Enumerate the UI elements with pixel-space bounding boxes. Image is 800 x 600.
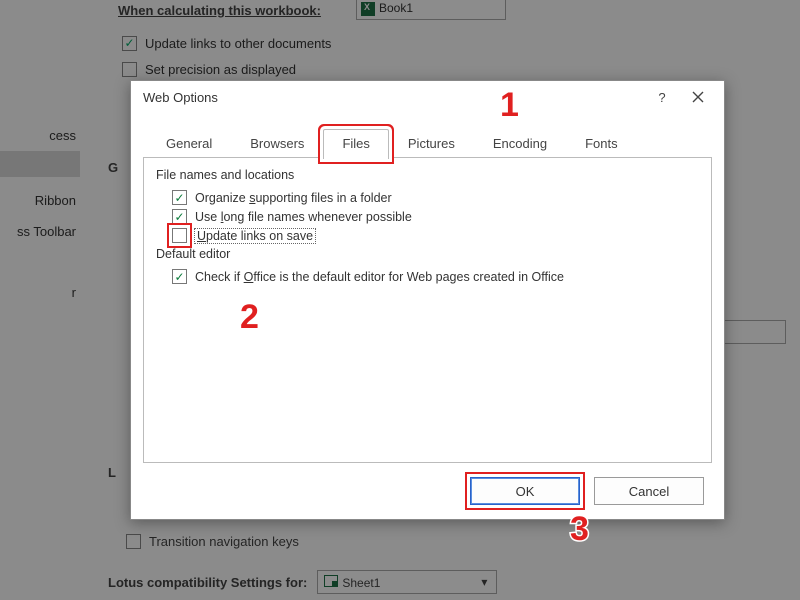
sheet-dropdown-value: Sheet1 <box>342 576 380 590</box>
organize-checkbox[interactable] <box>172 190 187 205</box>
group-heading-l: L <box>108 465 116 480</box>
workbook-calc-options: Update links to other documents Set prec… <box>122 30 331 82</box>
files-tab-pane: File names and locations Organize suppor… <box>143 157 712 463</box>
update-links-checkbox[interactable] <box>122 36 137 51</box>
transition-nav-label: Transition navigation keys <box>149 534 299 549</box>
section-file-names: File names and locations <box>156 168 699 182</box>
tab-general[interactable]: General <box>147 129 231 159</box>
longnames-checkbox[interactable] <box>172 209 187 224</box>
default-editor-row: Check if Office is the default editor fo… <box>172 269 699 284</box>
annotation-2: 2 <box>240 298 259 337</box>
workbook-dropdown[interactable]: Book1 <box>356 0 506 20</box>
close-button[interactable] <box>680 83 716 111</box>
tab-fonts[interactable]: Fonts <box>566 129 637 159</box>
ok-button[interactable]: OK <box>470 477 580 505</box>
group-heading-g: G <box>108 160 118 175</box>
update-links-on-save-checkbox[interactable] <box>172 228 187 243</box>
dialog-tabs: General Browsers Files Pictures Encoding… <box>147 129 708 159</box>
sidebar-item-selected[interactable] <box>0 151 80 177</box>
longnames-label: Use long file names whenever possible <box>195 210 412 224</box>
cancel-button[interactable]: Cancel <box>594 477 704 505</box>
dialog-button-row: OK Cancel <box>470 477 704 505</box>
sheet-dropdown[interactable]: Sheet1 ▾ <box>317 570 497 594</box>
help-button[interactable]: ? <box>644 83 680 111</box>
set-precision-label: Set precision as displayed <box>145 62 296 77</box>
lotus-label: Lotus compatibility Settings for: <box>108 575 307 590</box>
update-links-on-save-row: Update links on save <box>172 228 699 243</box>
close-icon <box>692 91 704 103</box>
longnames-row: Use long file names whenever possible <box>172 209 699 224</box>
set-precision-checkbox[interactable] <box>122 62 137 77</box>
sidebar-item[interactable]: cess <box>0 120 80 151</box>
transition-nav-checkbox[interactable] <box>126 534 141 549</box>
default-editor-label: Check if Office is the default editor fo… <box>195 270 564 284</box>
tab-encoding[interactable]: Encoding <box>474 129 566 159</box>
transition-nav-row: Transition navigation keys <box>126 534 299 549</box>
annotation-1: 1 <box>500 86 519 125</box>
dialog-titlebar: Web Options ? <box>131 81 724 113</box>
tab-pictures[interactable]: Pictures <box>389 129 474 159</box>
options-sidebar: cess Ribbon ss Toolbar r <box>0 120 80 420</box>
tab-browsers[interactable]: Browsers <box>231 129 323 159</box>
update-links-label: Update links to other documents <box>145 36 331 51</box>
dialog-title: Web Options <box>143 90 644 105</box>
workbook-dropdown-value: Book1 <box>379 1 413 15</box>
lotus-row: Lotus compatibility Settings for: Sheet1… <box>108 570 497 594</box>
chevron-down-icon: ▾ <box>478 575 490 589</box>
annotation-3: 3 <box>570 510 589 549</box>
background-button[interactable] <box>716 320 786 344</box>
web-options-dialog: Web Options ? General Browsers Files Pic… <box>130 80 725 520</box>
when-calculating-row: When calculating this workbook: Book1 <box>110 0 790 28</box>
sidebar-item[interactable]: r <box>0 277 80 308</box>
organize-label: Organize supporting files in a folder <box>195 191 392 205</box>
update-links-on-save-label: Update links on save <box>195 229 315 243</box>
excel-file-icon <box>361 2 375 16</box>
organize-row: Organize supporting files in a folder <box>172 190 699 205</box>
sidebar-item[interactable]: ss Toolbar <box>0 216 80 247</box>
sheet-icon <box>324 575 338 587</box>
when-calculating-label: When calculating this workbook: <box>118 3 321 18</box>
tab-files[interactable]: Files <box>323 129 388 159</box>
sidebar-item[interactable]: Ribbon <box>0 185 80 216</box>
default-editor-checkbox[interactable] <box>172 269 187 284</box>
section-default-editor: Default editor <box>156 247 699 261</box>
